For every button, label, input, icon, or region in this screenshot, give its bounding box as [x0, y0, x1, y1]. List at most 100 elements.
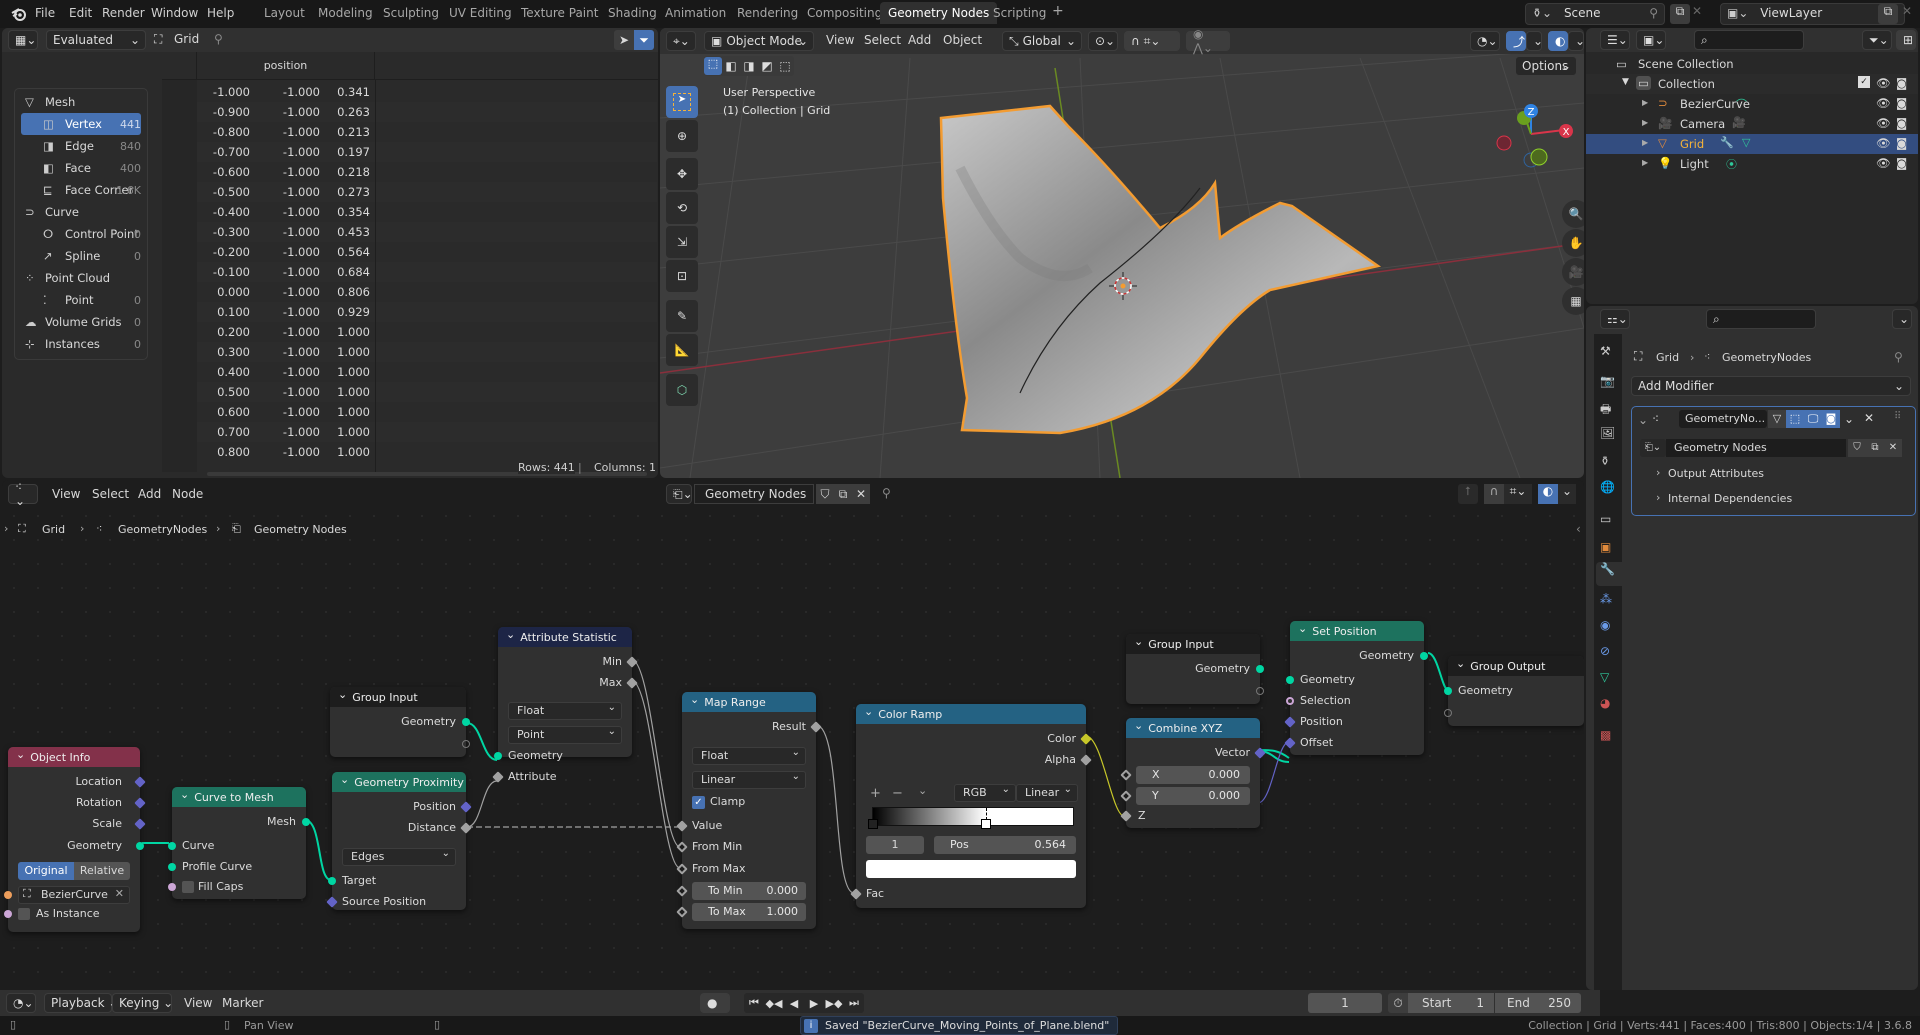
proportional-edit-icon[interactable]: ◉ ⋀⌄: [1186, 28, 1230, 55]
mesh-data-icon[interactable]: ▽: [1742, 136, 1750, 149]
edit-mode-toggle-icon[interactable]: ▽: [1768, 410, 1786, 428]
editor-type-spreadsheet-icon[interactable]: ▦⌄: [8, 30, 38, 50]
tab-uv-editing[interactable]: UV Editing: [449, 6, 512, 20]
new-collection-icon[interactable]: ⊞: [1896, 30, 1916, 50]
tab-scripting[interactable]: Scripting: [993, 6, 1046, 20]
node-map-range[interactable]: Map Range Result Float Linear ✓ Clamp Va…: [676, 692, 822, 929]
stop-color-swatch[interactable]: [866, 860, 1076, 878]
socket-geometry-in[interactable]: [1286, 676, 1294, 684]
viewport-menu-add[interactable]: Add: [908, 33, 931, 47]
ortho-grid-icon[interactable]: ▦: [1562, 287, 1584, 315]
render-camera-icon[interactable]: ◙: [1896, 136, 1907, 150]
tab-animation[interactable]: Animation: [665, 6, 726, 20]
node-tree-browse-icon[interactable]: ⎗⌄: [666, 484, 693, 504]
node-attribute-statistic[interactable]: Attribute Statistic Min Max Float Point …: [492, 627, 638, 783]
socket-selection-in[interactable]: [1286, 697, 1294, 705]
domain-face-corner[interactable]: ⊑ Face Corner 1.6K: [21, 179, 141, 201]
sidebar-toggle-icon[interactable]: ‹: [1576, 522, 1581, 536]
visibility-eye-icon[interactable]: 👁: [1876, 76, 1891, 90]
expand-arrow-icon[interactable]: ▶: [1642, 138, 1648, 147]
tool-scale-icon[interactable]: ⇲: [666, 226, 698, 258]
expand-arrow-icon[interactable]: ▶: [1642, 158, 1648, 167]
tool-select-box-icon[interactable]: ➤: [666, 86, 698, 118]
editor-type-timeline-icon[interactable]: ◔⌄: [6, 993, 36, 1013]
viewport-menu-view[interactable]: View: [826, 33, 854, 47]
menu-edit[interactable]: Edit: [69, 6, 92, 20]
outliner-item-camera[interactable]: ▶ 🎥 Camera 🎥 👁 ◙: [1586, 114, 1918, 134]
socket-min-out[interactable]: [626, 656, 638, 668]
color-stop-0[interactable]: [868, 819, 878, 829]
options-dropdown[interactable]: Options ⌄: [1515, 56, 1577, 76]
select-subtract-icon[interactable]: ◨: [740, 59, 758, 73]
domain-spline[interactable]: ↗ Spline 0: [21, 245, 141, 267]
start-frame-field[interactable]: Start 1: [1408, 993, 1494, 1013]
scene-selector[interactable]: ⚱⌄ Scene ⚲: [1525, 3, 1665, 25]
domain-vertex[interactable]: ◫ Vertex 441: [21, 113, 141, 135]
display-mode-icon[interactable]: ▣⌄: [1636, 30, 1666, 50]
render-toggle-icon[interactable]: ◙: [1822, 410, 1840, 428]
add-workspace-button[interactable]: +: [1052, 3, 1064, 19]
socket-position-out[interactable]: [460, 801, 472, 813]
select-new-icon[interactable]: ⬚: [704, 57, 722, 75]
socket-max-out[interactable]: [626, 677, 638, 689]
outliner-item-beziercurve[interactable]: ▶ ⊃ BezierCurve ⌒ 👁 ◙: [1586, 94, 1918, 114]
node-title[interactable]: Group Input: [330, 687, 466, 707]
node-title[interactable]: Attribute Statistic: [498, 627, 632, 647]
overlay-dropdown[interactable]: ⌄: [1558, 484, 1576, 504]
prev-keyframe-icon[interactable]: ◆◀: [764, 997, 784, 1010]
add-stop-icon[interactable]: +: [870, 786, 881, 801]
new-scene-button[interactable]: ⧉: [1670, 4, 1690, 24]
tab-texture-paint[interactable]: Texture Paint: [521, 6, 598, 20]
to-max-field[interactable]: To Max 1.000: [692, 903, 806, 921]
auto-keying-toggle-icon[interactable]: ●: [700, 993, 730, 1013]
color-mode-dropdown[interactable]: RGB: [954, 782, 1016, 802]
tab-compositing[interactable]: Compositing: [807, 6, 882, 20]
tool-annotate-icon[interactable]: ✎: [666, 300, 698, 332]
tab-world-icon[interactable]: 🌐: [1600, 480, 1615, 494]
node-group-output[interactable]: Group Output Geometry: [1444, 656, 1584, 726]
visibility-eye-icon[interactable]: 👁: [1876, 136, 1891, 150]
curve-data-icon[interactable]: ⌒: [1736, 96, 1747, 112]
socket-geometry-out[interactable]: [462, 718, 470, 726]
menu-window[interactable]: Window: [151, 6, 198, 20]
play-icon[interactable]: ▶: [804, 997, 824, 1010]
target-element-dropdown[interactable]: Edges: [342, 846, 456, 866]
socket-target-in[interactable]: [328, 877, 336, 885]
editor-type-3d-viewport-icon[interactable]: ⌖⌄: [666, 31, 696, 51]
fill-caps-checkbox[interactable]: [182, 881, 194, 893]
overlay-toggle-icon[interactable]: ◐: [1538, 484, 1558, 504]
panel-internal-dependencies[interactable]: Internal Dependencies: [1668, 492, 1792, 505]
pin-icon[interactable]: ⚲: [1894, 350, 1903, 364]
pin-icon[interactable]: ⚲: [214, 32, 223, 46]
outliner-scene-collection[interactable]: ▭ Scene Collection: [1586, 54, 1918, 74]
socket-fill-caps[interactable]: [168, 883, 176, 891]
socket-location[interactable]: [134, 776, 146, 788]
socket-empty[interactable]: [462, 740, 470, 748]
duplicate-icon[interactable]: ⧉: [834, 484, 852, 504]
tab-texture-icon[interactable]: ▩: [1600, 728, 1611, 742]
socket-geometry-in[interactable]: [494, 752, 502, 760]
end-frame-field[interactable]: End 250: [1495, 993, 1581, 1013]
pin-icon[interactable]: ⚲: [882, 486, 891, 500]
socket-mesh-out[interactable]: [302, 818, 310, 826]
column-header-position[interactable]: position: [197, 52, 375, 80]
fake-user-shield-icon[interactable]: ⛉: [1848, 439, 1866, 457]
toggle-relative[interactable]: Relative: [74, 862, 130, 880]
snap-toggle-icon[interactable]: ∩: [1484, 484, 1504, 504]
tab-view-layer-icon[interactable]: 🖼: [1600, 426, 1615, 440]
tool-cursor-icon[interactable]: ⊕: [666, 120, 698, 152]
object-picker-field[interactable]: ⛶ BezierCurve ✕: [18, 886, 130, 904]
y-field[interactable]: Y 0.000: [1136, 787, 1250, 805]
node-group-input[interactable]: Group Input Geometry: [330, 687, 470, 757]
on-cage-toggle-icon[interactable]: ⬚: [1786, 410, 1804, 428]
fake-user-shield-icon[interactable]: ⛉: [816, 484, 834, 504]
outliner-search-input[interactable]: ⌕: [1694, 30, 1804, 50]
overlay-toggle-icon[interactable]: ◐: [1548, 31, 1568, 51]
tab-tool-icon[interactable]: ⚒: [1600, 344, 1611, 358]
socket-value-in[interactable]: [676, 820, 688, 832]
tab-particles-icon[interactable]: ⁂: [1600, 592, 1612, 606]
select-intersect-icon[interactable]: ⬚: [776, 59, 794, 73]
socket-object[interactable]: [4, 891, 12, 899]
socket-geometry-out[interactable]: [1256, 665, 1264, 673]
data-type-dropdown[interactable]: Float: [692, 745, 806, 765]
